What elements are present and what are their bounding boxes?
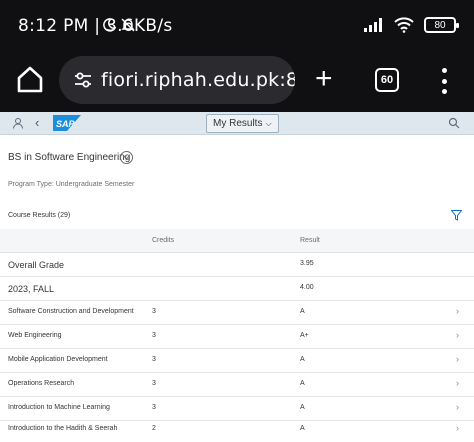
search-icon[interactable] bbox=[448, 117, 460, 129]
sap-logo: SAP bbox=[53, 115, 81, 131]
wifi-icon bbox=[394, 17, 414, 33]
table-header: Credits Result bbox=[0, 229, 474, 253]
course-name: Introduction to the Hadith & Seerah bbox=[8, 425, 118, 432]
row-result: 3.95 bbox=[300, 260, 314, 267]
column-header-credits[interactable]: Credits bbox=[152, 237, 174, 244]
status-icons: 80 bbox=[103, 17, 459, 33]
course-result: A bbox=[300, 404, 305, 411]
app-title-menu[interactable]: My Results ⌵ bbox=[206, 114, 279, 133]
moon-icon bbox=[103, 18, 116, 32]
chevron-right-icon[interactable]: › bbox=[456, 330, 459, 340]
chevron-down-icon bbox=[123, 155, 130, 160]
course-name: Software Construction and Development bbox=[8, 308, 134, 315]
chevron-right-icon[interactable]: › bbox=[456, 378, 459, 388]
row-result: 4.00 bbox=[300, 284, 314, 291]
column-header-result[interactable]: Result bbox=[300, 237, 320, 244]
course-credits: 3 bbox=[152, 356, 156, 363]
signal-icon bbox=[364, 18, 382, 32]
course-result: A bbox=[300, 425, 305, 432]
table-title: Course Results (29) bbox=[8, 212, 71, 219]
row-label: 2023, FALL bbox=[8, 284, 55, 294]
course-credits: 3 bbox=[152, 332, 156, 339]
course-credits: 3 bbox=[152, 380, 156, 387]
course-result: A+ bbox=[300, 332, 309, 339]
table-row[interactable]: Web Engineering 3 A+ › bbox=[0, 325, 474, 349]
mute-bell-icon bbox=[121, 18, 135, 32]
url-text: fiori.riphah.edu.pk:8011/ bbox=[101, 69, 295, 91]
app-title: My Results bbox=[213, 118, 263, 129]
course-name: Mobile Application Development bbox=[8, 356, 108, 363]
site-settings-icon[interactable] bbox=[73, 70, 93, 90]
course-name: Web Engineering bbox=[8, 332, 62, 339]
chevron-right-icon[interactable]: › bbox=[456, 354, 459, 364]
filter-icon[interactable] bbox=[451, 210, 462, 221]
table-row[interactable]: Software Construction and Development 3 … bbox=[0, 301, 474, 325]
course-name: Operations Research bbox=[8, 380, 75, 387]
table-row[interactable]: 2023, FALL 4.00 bbox=[0, 277, 474, 301]
table-row[interactable]: Introduction to Machine Learning 3 A › bbox=[0, 397, 474, 421]
browser-toolbar: fiori.riphah.edu.pk:8011/ + 60 bbox=[0, 50, 474, 112]
shell-header: ‹ SAP My Results ⌵ bbox=[0, 112, 474, 135]
page-title: BS in Software Engineering bbox=[8, 152, 131, 163]
table-row[interactable]: Overall Grade 3.95 bbox=[0, 253, 474, 277]
tab-switcher-button[interactable]: 60 bbox=[375, 68, 399, 92]
chevron-right-icon[interactable]: › bbox=[456, 306, 459, 316]
row-label: Overall Grade bbox=[8, 260, 65, 270]
course-name: Introduction to Machine Learning bbox=[8, 404, 110, 411]
battery-icon: 80 bbox=[424, 17, 459, 33]
chevron-down-icon: ⌵ bbox=[265, 119, 272, 128]
status-bar: 8:12 PM | 3.6KB/s 80 bbox=[0, 0, 474, 50]
course-credits: 2 bbox=[152, 425, 156, 432]
user-icon[interactable] bbox=[12, 117, 24, 129]
address-bar[interactable]: fiori.riphah.edu.pk:8011/ bbox=[59, 56, 295, 104]
svg-text:SAP: SAP bbox=[56, 119, 76, 129]
chevron-right-icon[interactable]: › bbox=[456, 402, 459, 412]
table-row[interactable]: Introduction to the Hadith & Seerah 2 A … bbox=[0, 421, 474, 442]
chevron-right-icon[interactable]: › bbox=[456, 423, 459, 433]
back-icon[interactable]: ‹ bbox=[35, 115, 39, 130]
status-time: 8:12 PM | 3.6KB/s bbox=[18, 16, 173, 36]
course-result: A bbox=[300, 380, 305, 387]
table-row[interactable]: Mobile Application Development 3 A › bbox=[0, 349, 474, 373]
home-icon[interactable] bbox=[16, 64, 44, 94]
course-result: A bbox=[300, 356, 305, 363]
program-type: Program Type: Undergraduate Semester bbox=[8, 181, 135, 188]
expand-header-button[interactable] bbox=[120, 151, 133, 164]
course-credits: 3 bbox=[152, 404, 156, 411]
course-credits: 3 bbox=[152, 308, 156, 315]
course-result: A bbox=[300, 308, 305, 315]
more-menu-icon[interactable] bbox=[441, 68, 447, 94]
table-row[interactable]: Operations Research 3 A › bbox=[0, 373, 474, 397]
new-tab-icon[interactable]: + bbox=[315, 64, 333, 94]
